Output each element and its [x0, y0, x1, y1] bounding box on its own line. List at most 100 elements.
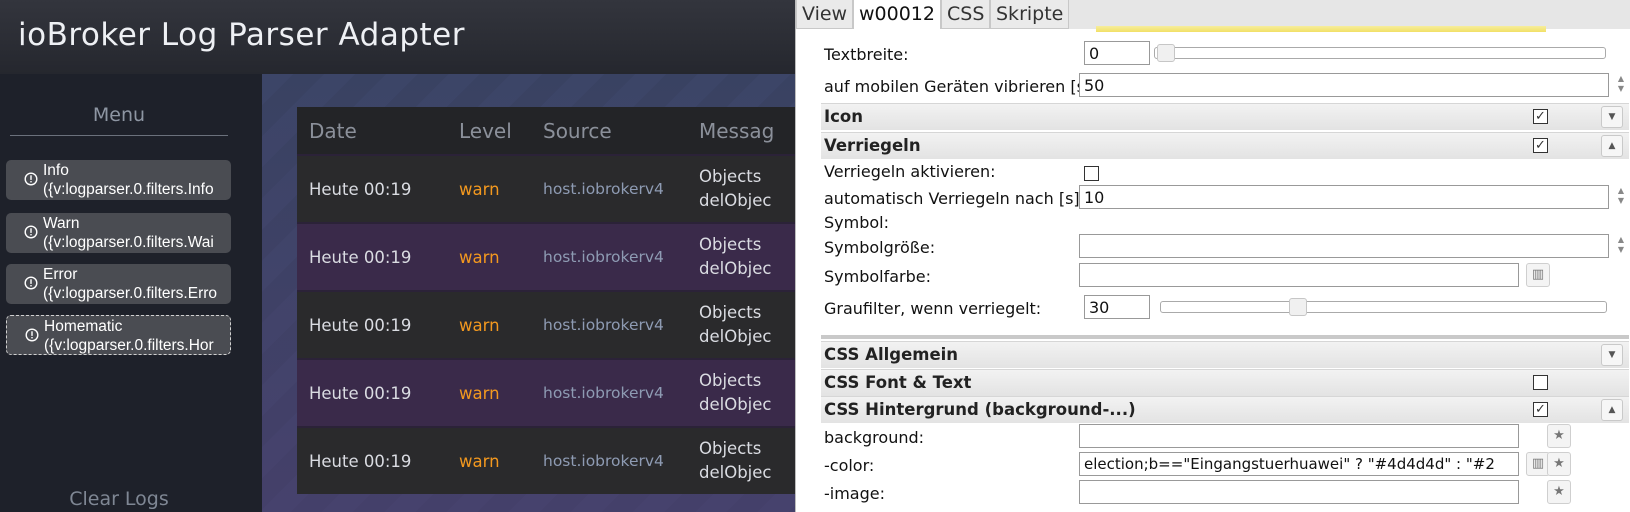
column-header-date[interactable]: Date: [297, 107, 447, 155]
label-symbolfarbe: Symbolfarbe:: [824, 267, 932, 286]
label-auto-verriegeln: automatisch Verriegeln nach [s]:: [824, 189, 1086, 208]
table-row[interactable]: Heute 00:19 warn host.iobrokerv4 Objects…: [297, 222, 795, 291]
sidebar: Menu Info ({v:logparser.0.filters.Info Wa…: [0, 74, 262, 512]
star-icon[interactable]: ★: [1547, 424, 1571, 448]
icon-group-checkbox[interactable]: ✓: [1533, 109, 1548, 124]
cell-message: Objects delObjec: [687, 222, 795, 291]
menu-button-label: Warn ({v:logparser.0.filters.Wai: [43, 215, 214, 251]
menu-button-homematic[interactable]: Homematic ({v:logparser.0.filters.Hor: [6, 315, 231, 355]
verriegeln-aktivieren-checkbox[interactable]: [1084, 166, 1099, 181]
background-image-input[interactable]: [1079, 480, 1519, 504]
label-background-color: -color:: [824, 456, 875, 475]
tab-view[interactable]: View: [796, 0, 854, 29]
menu-button-error[interactable]: Error ({v:logparser.0.filters.Erro: [6, 264, 231, 304]
label-graufilter: Graufilter, wenn verriegelt:: [824, 299, 1042, 318]
info-icon: [24, 172, 38, 186]
css-font-checkbox[interactable]: [1533, 375, 1548, 390]
clear-logs-button[interactable]: Clear Logs: [0, 488, 238, 510]
table-row[interactable]: Heute 00:19 warn host.iobrokerv4 Objects…: [297, 426, 795, 494]
symbolfarbe-input[interactable]: [1079, 263, 1519, 287]
highlighted-field-edge: [1096, 26, 1546, 32]
app-header: ioBroker Log Parser Adapter: [0, 0, 795, 74]
chevron-down-icon[interactable]: ▼: [1601, 106, 1623, 128]
label-textbreite: Textbreite:: [824, 45, 909, 64]
info-icon: [24, 276, 38, 290]
background-color-input[interactable]: [1079, 452, 1519, 476]
group-css-hintergrund[interactable]: CSS Hintergrund (background-...) ✓ ▲: [821, 396, 1629, 423]
tab-skripte[interactable]: Skripte: [990, 0, 1070, 29]
verriegeln-group-checkbox[interactable]: ✓: [1533, 138, 1548, 153]
column-header-source[interactable]: Source: [531, 107, 687, 155]
group-css-allgemein[interactable]: CSS Allgemein ▼: [821, 341, 1629, 368]
color-picker-icon[interactable]: ▥: [1526, 263, 1550, 287]
auto-verriegeln-input[interactable]: [1079, 185, 1609, 209]
cell-level: warn: [447, 426, 531, 494]
chevron-up-icon[interactable]: ▲: [1601, 399, 1623, 421]
cell-message: Objects delObjec: [687, 290, 795, 359]
star-icon[interactable]: ★: [1547, 480, 1571, 504]
group-css-font[interactable]: CSS Font & Text: [821, 369, 1629, 396]
cell-message: Objects delObjec: [687, 154, 795, 223]
info-icon: [25, 328, 39, 342]
symbolgroesse-input[interactable]: [1079, 234, 1609, 258]
graufilter-input[interactable]: [1084, 295, 1150, 319]
app-title: ioBroker Log Parser Adapter: [18, 17, 465, 53]
textbreite-slider[interactable]: [1154, 47, 1606, 59]
group-css-hintergrund-label: CSS Hintergrund (background-...): [824, 400, 1136, 419]
cell-date: Heute 00:19: [297, 426, 447, 494]
vis-canvas: ioBroker Log Parser Adapter Menu Info ({v…: [0, 0, 795, 512]
cell-date: Heute 00:19: [297, 222, 447, 291]
column-header-level[interactable]: Level: [447, 107, 531, 155]
graufilter-slider-handle[interactable]: [1288, 298, 1307, 316]
log-table: Date Level Source Messag Heute 00:19 war…: [297, 107, 795, 494]
group-css-font-label: CSS Font & Text: [824, 373, 972, 392]
cell-source: host.iobrokerv4: [531, 358, 687, 427]
symbolgroesse-spinner[interactable]: ▲ ▼: [1613, 235, 1629, 257]
textbreite-slider-handle[interactable]: [1157, 44, 1175, 62]
menu-button-label: Homematic ({v:logparser.0.filters.Hor: [44, 318, 214, 354]
group-verriegeln-label: Verriegeln: [824, 136, 921, 155]
tab-widget[interactable]: w00012: [853, 0, 941, 29]
table-row[interactable]: Heute 00:19 warn host.iobrokerv4 Objects…: [297, 290, 795, 359]
label-verriegeln-aktivieren: Verriegeln aktivieren:: [824, 162, 996, 181]
cell-source: host.iobrokerv4: [531, 426, 687, 494]
graufilter-slider[interactable]: [1160, 301, 1607, 313]
cell-level: warn: [447, 154, 531, 223]
group-verriegeln[interactable]: Verriegeln ✓ ▲: [821, 132, 1629, 159]
editor-tabs: View w00012 CSS Skripte: [796, 0, 1630, 29]
chevron-down-icon[interactable]: ▼: [1601, 344, 1623, 366]
cell-source: host.iobrokerv4: [531, 290, 687, 359]
log-table-header: Date Level Source Messag: [297, 107, 795, 155]
star-icon[interactable]: ★: [1547, 452, 1571, 476]
cell-date: Heute 00:19: [297, 290, 447, 359]
cell-date: Heute 00:19: [297, 154, 447, 223]
vibrieren-input[interactable]: [1079, 73, 1609, 97]
cell-message: Objects delObjec: [687, 358, 795, 427]
info-icon: [24, 225, 38, 239]
section-separator: [821, 335, 1629, 339]
cell-date: Heute 00:19: [297, 358, 447, 427]
cell-message: Objects delObjec: [687, 426, 795, 494]
background-input[interactable]: [1079, 424, 1519, 448]
cell-source: host.iobrokerv4: [531, 154, 687, 223]
group-icon[interactable]: Icon ✓ ▼: [821, 103, 1629, 130]
label-symbolgroesse: Symbolgröße:: [824, 238, 936, 257]
table-row[interactable]: Heute 00:19 warn host.iobrokerv4 Objects…: [297, 358, 795, 427]
css-hintergrund-checkbox[interactable]: ✓: [1533, 402, 1548, 417]
label-symbol: Symbol:: [824, 213, 889, 232]
cell-level: warn: [447, 290, 531, 359]
label-background: background:: [824, 428, 925, 447]
menu-button-warn[interactable]: Warn ({v:logparser.0.filters.Wai: [6, 213, 231, 253]
table-row[interactable]: Heute 00:19 warn host.iobrokerv4 Objects…: [297, 154, 795, 223]
group-css-allgemein-label: CSS Allgemein: [824, 345, 959, 364]
textbreite-input[interactable]: [1084, 41, 1150, 65]
column-header-message[interactable]: Messag: [687, 107, 795, 155]
vibrieren-spinner[interactable]: ▲ ▼: [1613, 74, 1629, 96]
menu-title: Menu: [10, 104, 228, 136]
label-background-image: -image:: [824, 484, 885, 503]
chevron-up-icon[interactable]: ▲: [1601, 135, 1623, 157]
label-vibrieren: auf mobilen Geräten vibrieren [s]:: [824, 77, 1097, 96]
auto-verriegeln-spinner[interactable]: ▲ ▼: [1613, 186, 1629, 208]
tab-css[interactable]: CSS: [941, 0, 991, 29]
menu-button-info[interactable]: Info ({v:logparser.0.filters.Info: [6, 160, 231, 200]
